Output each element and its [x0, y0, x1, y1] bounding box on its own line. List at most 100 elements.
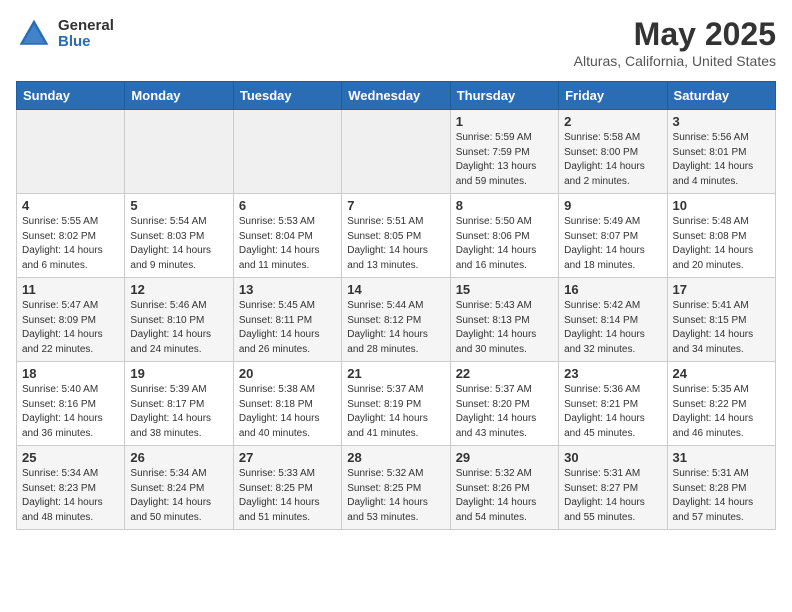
day-number: 4 [22, 198, 119, 213]
calendar-cell: 21 Sunrise: 5:37 AMSunset: 8:19 PMDayligh… [342, 362, 450, 446]
calendar-cell: 8 Sunrise: 5:50 AMSunset: 8:06 PMDaylight… [450, 194, 558, 278]
day-info: Sunrise: 5:44 AMSunset: 8:12 PMDaylight:… [347, 299, 444, 357]
location-text: Alturas, California, United States [574, 53, 776, 69]
day-info: Sunrise: 5:32 AMSunset: 8:25 PMDaylight:… [347, 467, 444, 525]
day-number: 29 [456, 450, 553, 465]
calendar-header-row: SundayMondayTuesdayWednesdayThursdayFrid… [17, 82, 776, 110]
calendar-cell: 26Sunrise: 5:34 AMSunset: 8:24 PMDayligh… [125, 446, 233, 530]
calendar-cell: 23 Sunrise: 5:36 AMSunset: 8:21 PMDayligh… [559, 362, 667, 446]
day-number: 1 [456, 114, 553, 129]
day-number: 23 [564, 366, 661, 381]
day-number: 30 [564, 450, 661, 465]
calendar-week-row: 1 Sunrise: 5:59 AMSunset: 7:59 PMDaylight… [17, 110, 776, 194]
calendar-cell: 14 Sunrise: 5:44 AMSunset: 8:12 PMDayligh… [342, 278, 450, 362]
day-info: Sunrise: 5:54 AMSunset: 8:03 PMDaylight:… [130, 215, 227, 273]
day-number: 8 [456, 198, 553, 213]
calendar-cell: 30 Sunrise: 5:31 AMSunset: 8:27 PMDayligh… [559, 446, 667, 530]
day-number: 26 [130, 450, 227, 465]
day-info: Sunrise: 5:42 AMSunset: 8:14 PMDaylight:… [564, 299, 661, 357]
header-friday: Friday [559, 82, 667, 110]
calendar-cell: 13 Sunrise: 5:45 AMSunset: 8:11 PMDayligh… [233, 278, 341, 362]
calendar-cell: 31Sunrise: 5:31 AMSunset: 8:28 PMDayligh… [667, 446, 775, 530]
calendar-cell: 9Sunrise: 5:49 AMSunset: 8:07 PMDaylight… [559, 194, 667, 278]
day-number: 27 [239, 450, 336, 465]
day-info: Sunrise: 5:49 AMSunset: 8:07 PMDaylight:… [564, 215, 661, 273]
day-number: 12 [130, 282, 227, 297]
day-number: 18 [22, 366, 119, 381]
day-info: Sunrise: 5:58 AMSunset: 8:00 PMDaylight:… [564, 131, 661, 189]
calendar-cell [233, 110, 341, 194]
title-block: May 2025 Alturas, California, United Sta… [574, 16, 776, 69]
day-info: Sunrise: 5:31 AMSunset: 8:27 PMDaylight:… [564, 467, 661, 525]
calendar-cell: 3Sunrise: 5:56 AMSunset: 8:01 PMDaylight… [667, 110, 775, 194]
day-number: 15 [456, 282, 553, 297]
calendar-cell: 16 Sunrise: 5:42 AMSunset: 8:14 PMDayligh… [559, 278, 667, 362]
day-info: Sunrise: 5:55 AMSunset: 8:02 PMDaylight:… [22, 215, 119, 273]
header-monday: Monday [125, 82, 233, 110]
day-number: 13 [239, 282, 336, 297]
calendar-week-row: 11 Sunrise: 5:47 AMSunset: 8:09 PMDayligh… [17, 278, 776, 362]
day-info: Sunrise: 5:36 AMSunset: 8:21 PMDaylight:… [564, 383, 661, 441]
page-header: General Blue May 2025 Alturas, Californi… [16, 16, 776, 69]
day-info: Sunrise: 5:46 AMSunset: 8:10 PMDaylight:… [130, 299, 227, 357]
calendar-cell: 15 Sunrise: 5:43 AMSunset: 8:13 PMDayligh… [450, 278, 558, 362]
calendar-cell: 22 Sunrise: 5:37 AMSunset: 8:20 PMDayligh… [450, 362, 558, 446]
day-info: Sunrise: 5:40 AMSunset: 8:16 PMDaylight:… [22, 383, 119, 441]
day-number: 16 [564, 282, 661, 297]
calendar-cell: 24Sunrise: 5:35 AMSunset: 8:22 PMDayligh… [667, 362, 775, 446]
day-number: 11 [22, 282, 119, 297]
logo-blue-text: Blue [58, 34, 114, 51]
calendar-table: SundayMondayTuesdayWednesdayThursdayFrid… [16, 81, 776, 530]
day-number: 19 [130, 366, 227, 381]
day-info: Sunrise: 5:56 AMSunset: 8:01 PMDaylight:… [673, 131, 770, 189]
day-info: Sunrise: 5:37 AMSunset: 8:19 PMDaylight:… [347, 383, 444, 441]
day-info: Sunrise: 5:59 AMSunset: 7:59 PMDaylight:… [456, 131, 553, 189]
logo-icon [16, 16, 52, 52]
header-tuesday: Tuesday [233, 82, 341, 110]
day-number: 17 [673, 282, 770, 297]
calendar-cell: 4 Sunrise: 5:55 AMSunset: 8:02 PMDaylight… [17, 194, 125, 278]
calendar-cell: 29 Sunrise: 5:32 AMSunset: 8:26 PMDayligh… [450, 446, 558, 530]
day-info: Sunrise: 5:53 AMSunset: 8:04 PMDaylight:… [239, 215, 336, 273]
day-info: Sunrise: 5:32 AMSunset: 8:26 PMDaylight:… [456, 467, 553, 525]
calendar-cell: 25 Sunrise: 5:34 AMSunset: 8:23 PMDayligh… [17, 446, 125, 530]
calendar-cell: 6 Sunrise: 5:53 AMSunset: 8:04 PMDaylight… [233, 194, 341, 278]
day-number: 24 [673, 366, 770, 381]
day-info: Sunrise: 5:37 AMSunset: 8:20 PMDaylight:… [456, 383, 553, 441]
calendar-cell [125, 110, 233, 194]
calendar-cell: 2Sunrise: 5:58 AMSunset: 8:00 PMDaylight… [559, 110, 667, 194]
day-number: 6 [239, 198, 336, 213]
day-info: Sunrise: 5:50 AMSunset: 8:06 PMDaylight:… [456, 215, 553, 273]
calendar-cell: 18 Sunrise: 5:40 AMSunset: 8:16 PMDayligh… [17, 362, 125, 446]
day-info: Sunrise: 5:45 AMSunset: 8:11 PMDaylight:… [239, 299, 336, 357]
calendar-cell: 20 Sunrise: 5:38 AMSunset: 8:18 PMDayligh… [233, 362, 341, 446]
calendar-cell: 27Sunrise: 5:33 AMSunset: 8:25 PMDayligh… [233, 446, 341, 530]
day-info: Sunrise: 5:48 AMSunset: 8:08 PMDaylight:… [673, 215, 770, 273]
day-number: 5 [130, 198, 227, 213]
month-title: May 2025 [574, 16, 776, 53]
day-number: 21 [347, 366, 444, 381]
day-number: 22 [456, 366, 553, 381]
day-info: Sunrise: 5:41 AMSunset: 8:15 PMDaylight:… [673, 299, 770, 357]
calendar-cell: 19 Sunrise: 5:39 AMSunset: 8:17 PMDayligh… [125, 362, 233, 446]
logo-general-text: General [58, 18, 114, 35]
logo-text: General Blue [58, 18, 114, 51]
day-number: 20 [239, 366, 336, 381]
calendar-cell: 10Sunrise: 5:48 AMSunset: 8:08 PMDayligh… [667, 194, 775, 278]
calendar-week-row: 4 Sunrise: 5:55 AMSunset: 8:02 PMDaylight… [17, 194, 776, 278]
calendar-cell: 7Sunrise: 5:51 AMSunset: 8:05 PMDaylight… [342, 194, 450, 278]
calendar-cell: 11 Sunrise: 5:47 AMSunset: 8:09 PMDayligh… [17, 278, 125, 362]
day-info: Sunrise: 5:39 AMSunset: 8:17 PMDaylight:… [130, 383, 227, 441]
calendar-cell: 5 Sunrise: 5:54 AMSunset: 8:03 PMDaylight… [125, 194, 233, 278]
header-sunday: Sunday [17, 82, 125, 110]
day-info: Sunrise: 5:47 AMSunset: 8:09 PMDaylight:… [22, 299, 119, 357]
calendar-cell: 17 Sunrise: 5:41 AMSunset: 8:15 PMDayligh… [667, 278, 775, 362]
day-number: 14 [347, 282, 444, 297]
day-info: Sunrise: 5:51 AMSunset: 8:05 PMDaylight:… [347, 215, 444, 273]
day-info: Sunrise: 5:43 AMSunset: 8:13 PMDaylight:… [456, 299, 553, 357]
day-info: Sunrise: 5:31 AMSunset: 8:28 PMDaylight:… [673, 467, 770, 525]
day-number: 25 [22, 450, 119, 465]
day-info: Sunrise: 5:34 AMSunset: 8:23 PMDaylight:… [22, 467, 119, 525]
header-wednesday: Wednesday [342, 82, 450, 110]
day-info: Sunrise: 5:38 AMSunset: 8:18 PMDaylight:… [239, 383, 336, 441]
